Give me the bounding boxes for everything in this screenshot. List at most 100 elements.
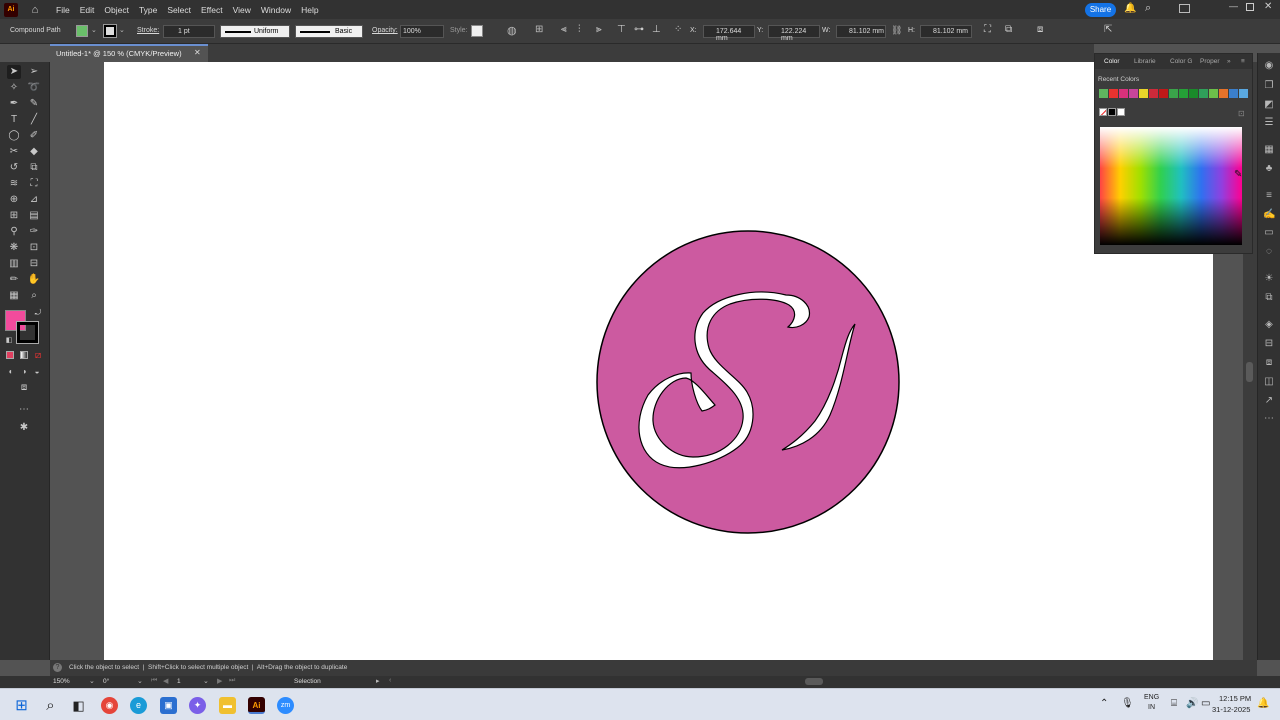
pen-tool-icon[interactable]: ✒ bbox=[7, 97, 21, 111]
eraser-tool-icon[interactable]: ◆ bbox=[27, 145, 41, 159]
opacity-field[interactable]: 100% bbox=[400, 25, 444, 38]
line-tool-icon[interactable]: ╱ bbox=[27, 113, 41, 127]
shape-builder-tool-icon[interactable]: ⊕ bbox=[7, 193, 21, 207]
file-explorer-icon[interactable]: ▬ bbox=[219, 697, 236, 714]
fill-dropdown-icon[interactable]: ⌄ bbox=[91, 26, 97, 34]
menu-help[interactable]: Help bbox=[301, 5, 318, 15]
lasso-tool-icon[interactable]: ➰ bbox=[27, 81, 41, 95]
measure-tool-icon[interactable]: ✑ bbox=[27, 225, 41, 239]
h-field[interactable]: 81.102 mm bbox=[920, 25, 972, 38]
horizontal-scroll-thumb[interactable] bbox=[805, 678, 823, 685]
logo-artwork[interactable] bbox=[590, 225, 910, 540]
recent-color-swatch[interactable] bbox=[1219, 89, 1228, 98]
rotation-dropdown-icon[interactable]: ⌄ bbox=[137, 677, 143, 685]
transform-icon[interactable]: ⛶ bbox=[984, 24, 991, 35]
ellipse-tool-icon[interactable]: ◯ bbox=[7, 129, 21, 143]
stroke-weight-field[interactable]: 1 pt bbox=[163, 25, 215, 38]
windows-start-icon[interactable]: ⊞ bbox=[13, 697, 30, 714]
gradient-panel-icon[interactable]: ▭ bbox=[1263, 227, 1275, 239]
slice-tool-icon[interactable]: ⊟ bbox=[27, 257, 41, 271]
menu-select[interactable]: Select bbox=[167, 5, 191, 15]
scroll-left-icon[interactable]: ‹ bbox=[389, 677, 391, 684]
rotate-tool-icon[interactable]: ↺ bbox=[7, 161, 21, 175]
home-icon[interactable]: ⌂ bbox=[28, 3, 42, 17]
dock-options-icon[interactable]: ⋯ bbox=[1263, 413, 1275, 425]
notification-center-icon[interactable]: 🔔 bbox=[1257, 698, 1269, 709]
recent-color-swatch[interactable] bbox=[1099, 89, 1108, 98]
layers-panel-icon[interactable]: ◈ bbox=[1263, 319, 1275, 331]
edge-icon[interactable]: e bbox=[130, 697, 147, 714]
opacity-label[interactable]: Opacity: bbox=[372, 27, 398, 34]
arrange-documents-icon[interactable] bbox=[1179, 4, 1190, 13]
artboard-first-icon[interactable]: ⏮ bbox=[151, 677, 157, 685]
recent-color-swatch[interactable] bbox=[1139, 89, 1148, 98]
paintbrush-tool-icon[interactable]: ✐ bbox=[27, 129, 41, 143]
recent-color-swatch[interactable] bbox=[1229, 89, 1238, 98]
menu-type[interactable]: Type bbox=[139, 5, 157, 15]
tab-properties[interactable]: Proper bbox=[1200, 58, 1220, 65]
recent-color-swatch[interactable] bbox=[1239, 89, 1248, 98]
artboard-dropdown-icon[interactable]: ⌄ bbox=[203, 677, 209, 685]
hand-tool-icon[interactable]: ✋ bbox=[27, 273, 41, 287]
draw-normal-icon[interactable]: ◐ bbox=[4, 365, 18, 379]
recent-color-swatch[interactable] bbox=[1179, 89, 1188, 98]
default-colors-icon[interactable]: ◧ bbox=[2, 334, 16, 348]
brush-definition-dropdown[interactable]: Basic bbox=[295, 25, 363, 38]
tray-overflow-icon[interactable]: ⌃ bbox=[1100, 698, 1108, 709]
symbols-panel-icon[interactable]: ♣ bbox=[1263, 163, 1275, 175]
symbol-sprayer-tool-icon[interactable]: ❋ bbox=[7, 241, 21, 255]
battery-icon[interactable]: ▭ bbox=[1201, 698, 1210, 709]
align-vcenter-icon[interactable]: ⊶ bbox=[634, 24, 644, 35]
warp-tool-icon[interactable]: ≋ bbox=[7, 177, 21, 191]
curvature-tool-icon[interactable]: ✎ bbox=[27, 97, 41, 111]
align-top-icon[interactable]: ⊤ bbox=[617, 24, 626, 35]
align-hcenter-icon[interactable]: ⫶ bbox=[578, 24, 581, 35]
shaper-tool-icon[interactable]: ✂ bbox=[7, 145, 21, 159]
zoom-tool-icon[interactable]: ⌕ bbox=[27, 289, 41, 303]
share-button[interactable]: Share bbox=[1085, 3, 1116, 17]
store-icon[interactable]: ▣ bbox=[160, 697, 177, 714]
zoom-app-icon[interactable]: zm bbox=[277, 697, 294, 714]
new-swatch-icon[interactable]: ⊡ bbox=[1238, 109, 1245, 118]
color-panel-icon[interactable]: ◉ bbox=[1263, 60, 1275, 72]
taskbar-search-icon[interactable]: ⌕ bbox=[42, 697, 59, 714]
w-field[interactable]: 81.102 mm bbox=[836, 25, 886, 38]
zoom-level[interactable]: 150% bbox=[53, 678, 70, 685]
libraries-panel-icon[interactable]: ❐ bbox=[1263, 80, 1275, 92]
chrome-icon[interactable]: ◉ bbox=[101, 697, 118, 714]
artboard-next-icon[interactable]: ▶ bbox=[217, 677, 222, 685]
edit-toolbar-icon[interactable]: ✱ bbox=[17, 421, 31, 435]
illustrator-taskbar-icon[interactable]: Ai bbox=[248, 697, 265, 714]
document-tab[interactable]: Untitled-1* @ 150 % (CMYK/Preview) ✕ bbox=[50, 44, 208, 62]
none-mode-icon[interactable]: ⧄ bbox=[31, 349, 45, 363]
stroke-label[interactable]: Stroke: bbox=[137, 27, 159, 34]
links-panel-icon[interactable]: ↗ bbox=[1263, 395, 1275, 407]
search-icon[interactable]: ⌕ bbox=[1145, 2, 1151, 15]
more-tools-icon[interactable]: ⋯ bbox=[17, 403, 31, 417]
stroke-panel-icon[interactable]: ≡ bbox=[1263, 190, 1275, 202]
volume-icon[interactable]: 🔊 bbox=[1186, 698, 1198, 709]
color-guide-panel-icon[interactable]: ◩ bbox=[1263, 99, 1275, 111]
restore-icon[interactable] bbox=[1246, 3, 1254, 11]
pathfinder-panel-icon[interactable]: ◫ bbox=[1263, 376, 1275, 388]
gradient-tool-icon[interactable]: ▤ bbox=[27, 209, 41, 223]
help-icon[interactable]: ? bbox=[53, 663, 62, 672]
tab-libraries[interactable]: Librarie bbox=[1134, 58, 1156, 65]
swap-fill-stroke-icon[interactable]: ⤾ bbox=[31, 306, 45, 320]
column-graph-tool-icon[interactable]: ▥ bbox=[7, 257, 21, 271]
minimize-icon[interactable]: — bbox=[1229, 1, 1238, 11]
constrain-proportions-icon[interactable]: ⛓ bbox=[891, 25, 902, 36]
magic-wand-tool-icon[interactable]: ✧ bbox=[7, 81, 21, 95]
language-label[interactable]: ENG bbox=[1144, 694, 1159, 701]
isolate-icon[interactable]: ⧈ bbox=[1037, 24, 1043, 35]
close-tab-icon[interactable]: ✕ bbox=[194, 48, 201, 57]
brushes-panel-icon[interactable]: ✍ bbox=[1263, 209, 1275, 221]
align-panel-icon[interactable]: ⊟ bbox=[1263, 338, 1275, 350]
draw-inside-icon[interactable]: ◒ bbox=[30, 365, 44, 379]
menu-view[interactable]: View bbox=[233, 5, 251, 15]
y-field[interactable]: 122.224 mm bbox=[768, 25, 820, 42]
white-color-swatch[interactable] bbox=[1117, 108, 1125, 116]
black-color-swatch[interactable] bbox=[1108, 108, 1116, 116]
recent-color-swatch[interactable] bbox=[1129, 89, 1138, 98]
transform-panel-icon[interactable]: ⧈ bbox=[1263, 357, 1275, 369]
